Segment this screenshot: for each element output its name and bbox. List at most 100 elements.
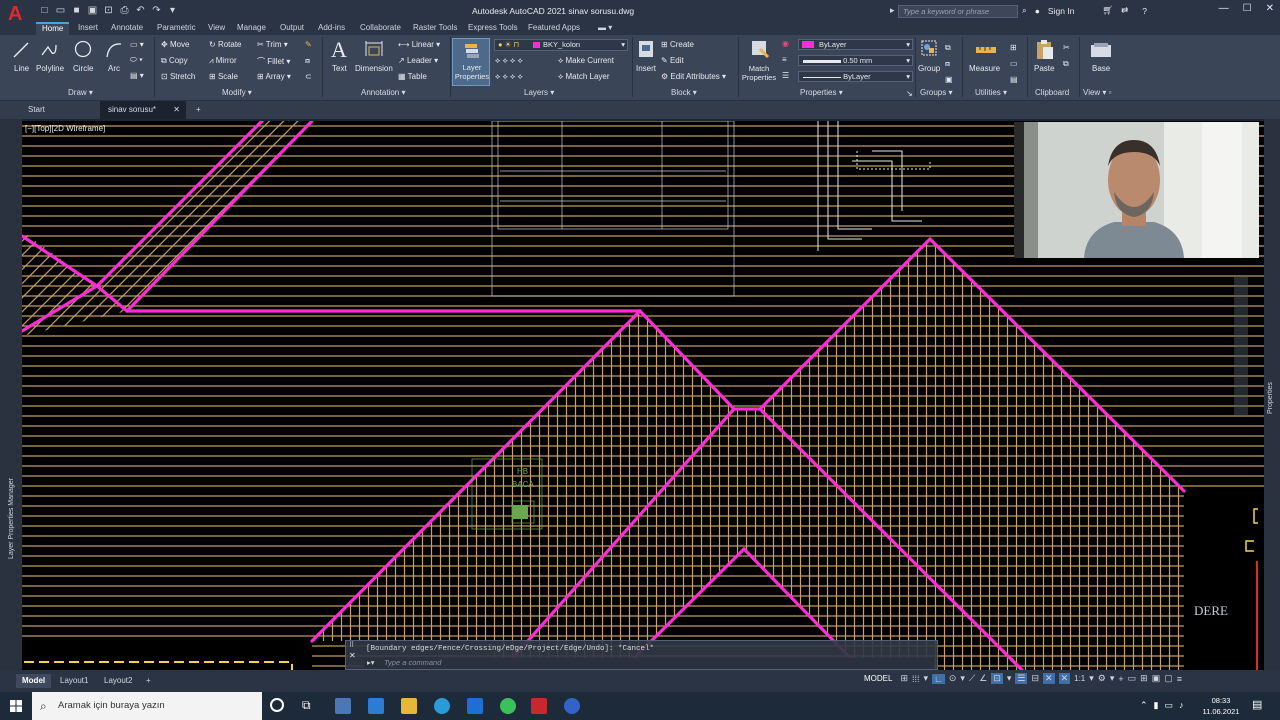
annotation-scale-dropdown-icon[interactable]: ▾ [1089,673,1094,684]
view-panel-title[interactable]: View ▾ ▫ [1083,88,1112,97]
save-icon[interactable]: ■ [70,4,83,17]
exchange-icon[interactable]: ⇄ [1121,5,1128,16]
minimize-icon[interactable]: — [1219,3,1229,14]
polar-dropdown-icon[interactable]: ▾ [960,673,965,684]
start-tab[interactable]: Start [20,101,53,119]
offset-icon[interactable]: ⊂ [305,72,312,81]
hatch-icon[interactable]: ⬭ ▾ [130,55,143,65]
edge-browser-icon[interactable] [434,698,450,714]
table-button[interactable]: ▦ Table [398,72,427,81]
circle-button[interactable]: Circle [73,64,93,73]
base-button[interactable]: Base [1092,64,1110,73]
layer-properties-button[interactable]: Layer Properties [452,38,490,86]
color-wheel-icon[interactable]: ◉ [782,39,789,48]
paste-button[interactable]: Paste [1034,64,1054,73]
osnap-tracking-icon[interactable]: ∠ [979,673,987,684]
base-view-icon[interactable] [1090,41,1112,59]
tab-collaborate[interactable]: Collaborate [360,22,401,35]
utilities-panel-title[interactable]: Utilities ▾ [975,88,1007,97]
viewport-controls[interactable]: [−][Top][2D Wireframe] [25,124,105,133]
trim-button[interactable]: ✂ Trim ▾ [257,40,288,49]
group-button[interactable]: Group [918,64,940,73]
help-icon[interactable]: ? [1142,6,1147,16]
mirror-button[interactable]: ⩘ Mirror [209,56,237,66]
dimension-button[interactable]: Dimension [355,64,393,73]
ortho-icon[interactable]: ∟ [932,673,945,684]
modify-panel-title[interactable]: Modify ▾ [222,88,252,97]
dimension-icon[interactable] [364,40,384,58]
copy-button[interactable]: ⧉ Copy [161,56,188,66]
insert-block-icon[interactable] [636,39,656,61]
ribbon-minimize-icon[interactable]: ▬ ▾ [598,22,612,35]
open-file-icon[interactable]: ▭ [54,4,67,17]
tab-home[interactable]: Home [36,22,70,35]
annotation-visibility-icon[interactable]: ✕ [1043,673,1055,684]
color-dropdown[interactable]: ByLayer ▾ [798,39,913,50]
new-file-icon[interactable]: □ [38,4,51,17]
plot-icon[interactable]: ⎙ [118,4,131,17]
command-input[interactable]: ▸▾ Type a command [364,658,934,669]
array-button[interactable]: ⊞ Array ▾ [257,72,291,81]
move-button[interactable]: ✥ Move [161,40,190,49]
workspace-gear-icon[interactable]: ⚙ [1098,673,1106,684]
tab-express-tools[interactable]: Express Tools [468,22,518,35]
osnap-dropdown-icon[interactable]: ▾ [1007,673,1012,684]
tray-icons[interactable]: ⌃▮▭♪ [1140,700,1190,711]
linetype-dropdown[interactable]: ByLayer ▾ [798,71,913,82]
isolate-objects-icon[interactable]: ⊞ [1140,673,1148,684]
linear-dimension-button[interactable]: ⟷ Linear ▾ [398,40,440,49]
clipboard-tools-icon[interactable]: ✂ ⧉ [1063,40,1070,72]
properties-panel-title[interactable]: Properties ▾ [800,88,843,97]
match-layer-button[interactable]: ⟡ Match Layer [558,72,610,82]
model-space-button[interactable]: MODEL [864,674,892,683]
region-icon[interactable]: ▤ ▾ [130,71,144,80]
tab-add-ins[interactable]: Add-ins [318,22,345,35]
user-icon[interactable]: ● [1035,6,1040,16]
tab-output[interactable]: Output [280,22,304,35]
help-search-input[interactable]: Type a keyword or phrase [898,5,1018,18]
tab-annotate[interactable]: Annotate [111,22,143,35]
checkmark-app-icon[interactable] [368,698,384,714]
recorder-app-icon[interactable] [564,698,580,714]
erase-icon[interactable]: ✎ [305,40,312,49]
line-button[interactable]: Line [14,64,29,73]
group-tools-icon[interactable]: ⧉ ⧈ ▣ [945,40,953,88]
grid-icon[interactable]: ⊞ [900,673,908,684]
groups-panel-title[interactable]: Groups ▾ [920,88,952,97]
transparency-icon[interactable]: ⊟ [1031,673,1039,684]
snap-icon[interactable]: ⁞⁞⁞ [912,674,920,684]
snap-dropdown-icon[interactable]: ▾ [924,673,929,684]
whatsapp-icon[interactable] [500,698,516,714]
annotation-panel-title[interactable]: Annotation ▾ [361,88,406,97]
group-icon[interactable] [920,39,938,57]
tab-featured-apps[interactable]: Featured Apps [528,22,580,35]
line-icon[interactable] [12,41,30,59]
customization-menu-icon[interactable]: ≡ [1177,674,1182,684]
search-icon[interactable]: ⌕ [1022,5,1027,16]
draw-panel-title[interactable]: Draw ▾ [68,88,93,97]
save-as-icon[interactable]: ▣ [86,4,99,17]
insert-button[interactable]: Insert [636,64,656,73]
autocad-taskbar-icon[interactable] [531,698,547,714]
undo-icon[interactable]: ↶ [134,4,147,17]
auto-scale-icon[interactable]: ✕ [1058,673,1071,684]
tab-manage[interactable]: Manage [237,22,266,35]
lineweight-toggle-icon[interactable]: ☰ [1015,673,1028,684]
notifications-icon[interactable]: ▤ [1252,698,1262,711]
layer-tools-row-2[interactable]: ⟡ ⟡ ⟡ ⟡ [495,72,523,82]
search-arrow-icon[interactable]: ▸ [890,5,895,16]
tab-raster-tools[interactable]: Raster Tools [413,22,457,35]
cortana-icon[interactable] [270,698,284,712]
explode-icon[interactable]: ⧈ [305,56,310,66]
task-view-icon[interactable]: ⧉ [302,698,311,713]
command-close-icon[interactable]: ✕ [349,651,356,660]
sign-in-link[interactable]: Sign In [1048,6,1074,16]
annotation-monitor-icon[interactable]: + [1118,674,1123,684]
match-properties-button[interactable]: Match Properties [741,64,777,82]
clean-screen-icon[interactable]: ▢ [1164,673,1173,684]
tab-insert[interactable]: Insert [78,22,98,35]
linetype-icon[interactable]: ☰ [782,71,789,80]
windows-start-icon[interactable] [10,700,22,712]
maximize-icon[interactable]: ☐ [1243,3,1252,14]
text-button[interactable]: Text [332,64,347,73]
